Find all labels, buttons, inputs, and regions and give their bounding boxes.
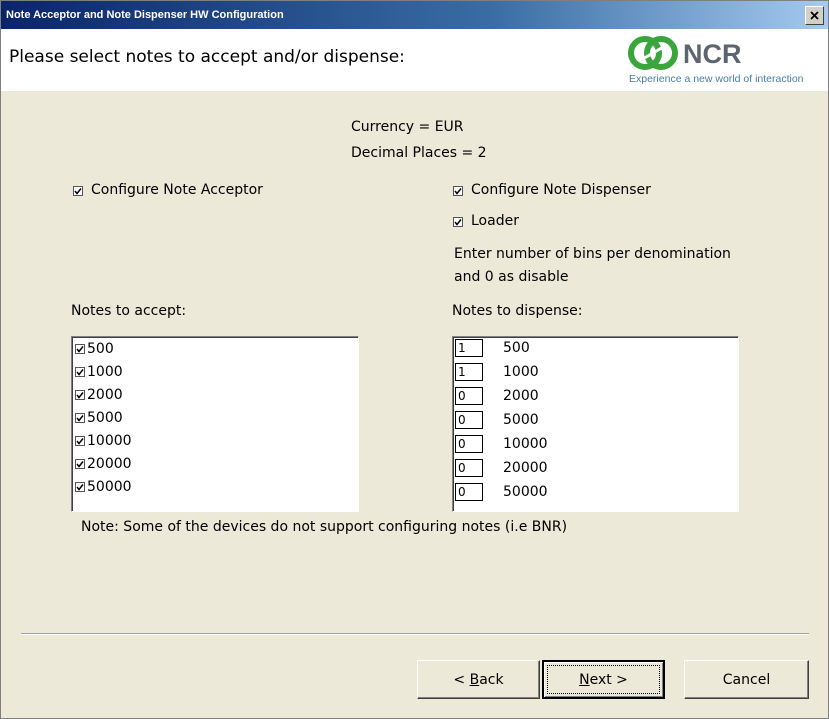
configure-dispenser-checkbox[interactable] bbox=[453, 186, 463, 196]
next-accel: N bbox=[579, 671, 590, 688]
list-item[interactable]: 2000 bbox=[75, 385, 123, 405]
bins-input[interactable]: 0 bbox=[455, 483, 483, 501]
note-checkbox[interactable] bbox=[75, 482, 85, 492]
window-title: Note Acceptor and Note Dispenser HW Conf… bbox=[6, 9, 284, 21]
note-value: 2000 bbox=[87, 387, 123, 403]
button-separator bbox=[21, 633, 809, 635]
note-value: 50000 bbox=[503, 484, 548, 500]
title-bar[interactable]: Note Acceptor and Note Dispenser HW Conf… bbox=[1, 1, 828, 29]
cancel-button[interactable]: Cancel bbox=[684, 660, 809, 699]
note-checkbox[interactable] bbox=[75, 367, 85, 377]
loader-checkbox[interactable] bbox=[453, 217, 463, 227]
note-value: 1000 bbox=[503, 364, 539, 380]
note-checkbox[interactable] bbox=[75, 413, 85, 423]
list-item[interactable]: 50000 bbox=[75, 477, 132, 497]
loader-label[interactable]: Loader bbox=[471, 213, 519, 229]
back-button[interactable]: < Back bbox=[417, 660, 540, 699]
page-title: Please select notes to accept and/or dis… bbox=[9, 47, 405, 67]
accept-notes-list[interactable]: 500 1000 2000 5000 10000 20000 50000 bbox=[71, 336, 359, 512]
note-value: 20000 bbox=[87, 456, 132, 472]
next-button[interactable]: Next > bbox=[542, 660, 665, 699]
note-value: 500 bbox=[503, 340, 530, 356]
note-value: 10000 bbox=[87, 433, 132, 449]
bins-input[interactable]: 1 bbox=[455, 339, 483, 357]
note-value: 5000 bbox=[87, 410, 123, 426]
back-accel: B bbox=[469, 671, 480, 688]
note-checkbox[interactable] bbox=[75, 390, 85, 400]
back-rest: ack bbox=[479, 671, 504, 688]
ncr-logo-icon bbox=[628, 36, 678, 70]
cancel-label: Cancel bbox=[722, 671, 771, 688]
list-item[interactable]: 10000 bbox=[75, 431, 132, 451]
note-value: 2000 bbox=[503, 388, 539, 404]
configure-dispenser-label[interactable]: Configure Note Dispenser bbox=[471, 182, 651, 198]
logo-wordmark: NCR bbox=[683, 39, 742, 69]
bins-input[interactable]: 0 bbox=[455, 459, 483, 477]
note-value: 50000 bbox=[87, 479, 132, 495]
bins-input[interactable]: 1 bbox=[455, 363, 483, 381]
bins-input[interactable]: 0 bbox=[455, 411, 483, 429]
list-item[interactable]: 5000 bbox=[75, 408, 123, 428]
note-value: 500 bbox=[87, 341, 114, 357]
next-rest: ext > bbox=[589, 671, 628, 688]
notes-to-dispense-label: Notes to dispense: bbox=[452, 303, 583, 319]
header-panel: Please select notes to accept and/or dis… bbox=[1, 29, 828, 91]
note-value: 20000 bbox=[503, 460, 548, 476]
bins-instruction-line1: Enter number of bins per denomination bbox=[454, 246, 731, 262]
dispense-notes-list: 1 500 1 1000 0 2000 0 5000 0 10000 0 200… bbox=[452, 336, 739, 512]
note-checkbox[interactable] bbox=[75, 459, 85, 469]
close-icon bbox=[810, 11, 819, 20]
currency-label: Currency = EUR bbox=[351, 119, 464, 135]
decimal-places-label: Decimal Places = 2 bbox=[351, 145, 487, 161]
notes-to-accept-label: Notes to accept: bbox=[71, 303, 187, 319]
note-value: 10000 bbox=[503, 436, 548, 452]
configure-acceptor-checkbox[interactable] bbox=[73, 186, 83, 196]
bins-input[interactable]: 0 bbox=[455, 435, 483, 453]
bins-instruction-line2: and 0 as disable bbox=[454, 269, 569, 285]
logo-tagline: Experience a new world of interaction bbox=[629, 73, 804, 85]
close-button[interactable] bbox=[805, 6, 824, 25]
ncr-logo: NCR Experience a new world of interactio… bbox=[627, 35, 817, 87]
note-checkbox[interactable] bbox=[75, 344, 85, 354]
list-item[interactable]: 1000 bbox=[75, 362, 123, 382]
back-prefix: < bbox=[453, 671, 470, 688]
configure-acceptor-label[interactable]: Configure Note Acceptor bbox=[91, 182, 263, 198]
note-value: 5000 bbox=[503, 412, 539, 428]
bins-input[interactable]: 0 bbox=[455, 387, 483, 405]
config-dialog: Note Acceptor and Note Dispenser HW Conf… bbox=[0, 0, 829, 719]
note-checkbox[interactable] bbox=[75, 436, 85, 446]
note-value: 1000 bbox=[87, 364, 123, 380]
list-item[interactable]: 500 bbox=[75, 339, 114, 359]
support-note: Note: Some of the devices do not support… bbox=[81, 519, 568, 535]
list-item[interactable]: 20000 bbox=[75, 454, 132, 474]
